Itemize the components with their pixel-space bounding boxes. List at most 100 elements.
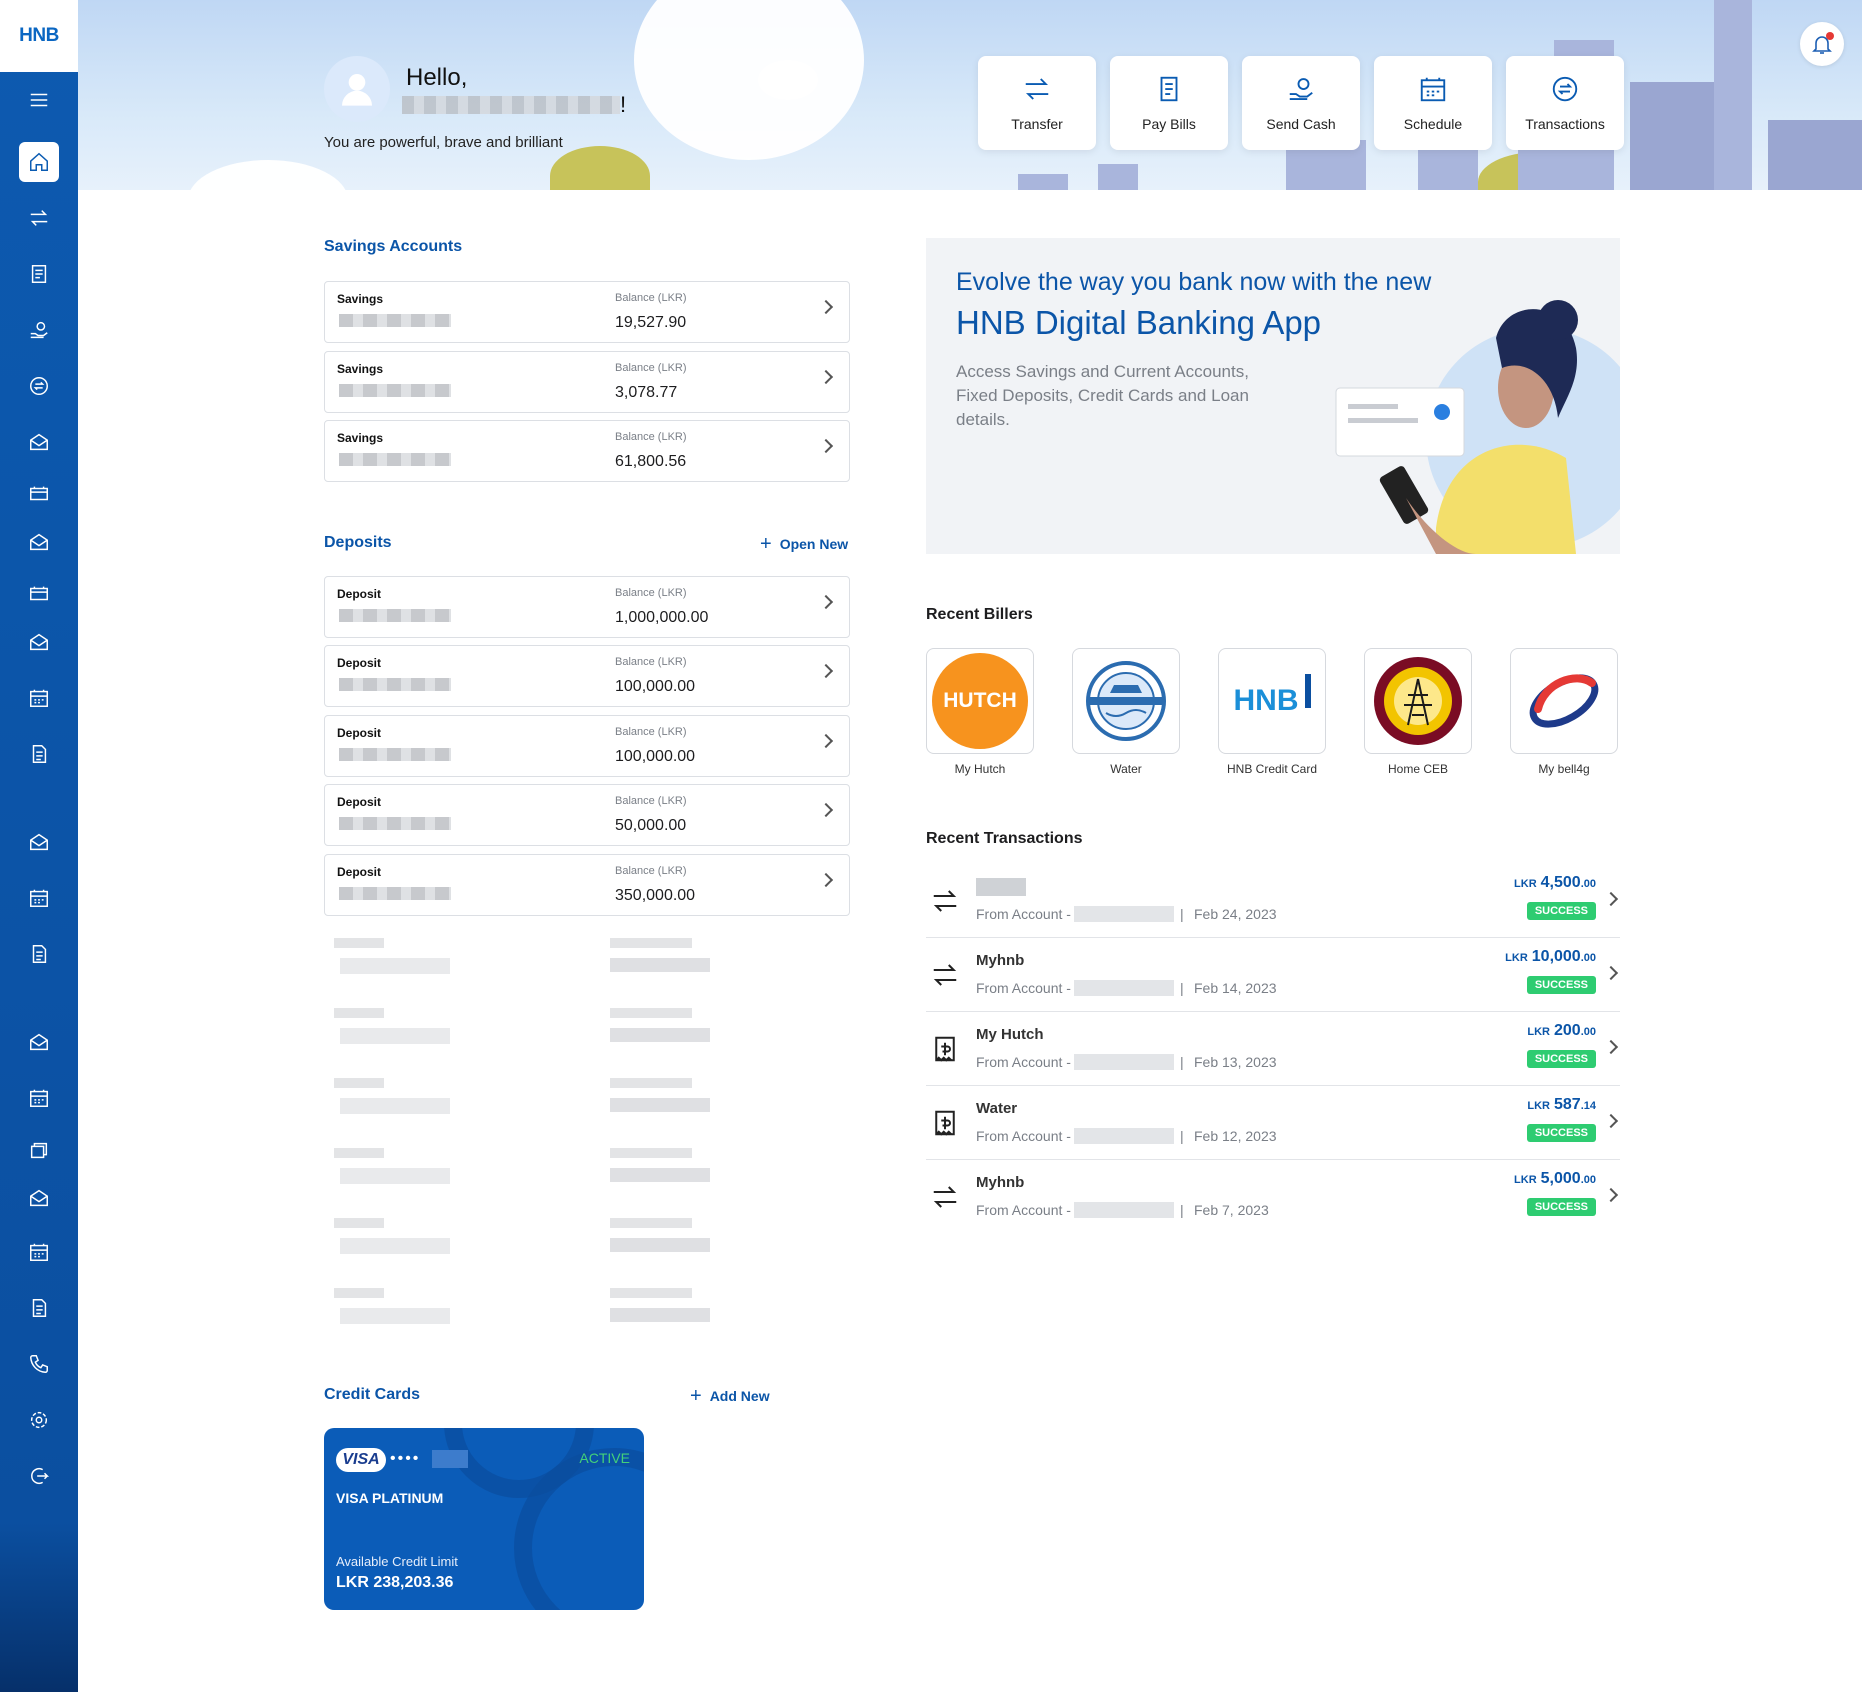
credit-card[interactable]: VISA •••• ACTIVE VISA PLATINUM Available… [324,1428,644,1610]
account-number-redacted [1074,1054,1174,1070]
promo-banner[interactable]: Evolve the way you bank now with the new… [926,238,1620,554]
transaction-row[interactable]: My Hutch From Account - | Feb 13, 2023 L… [926,1012,1620,1086]
calendar-icon[interactable] [19,878,59,918]
transactions-icon[interactable] [19,366,59,406]
logout-icon[interactable] [19,1456,59,1496]
calendar-icon[interactable] [19,1078,59,1118]
building-decoration [1714,0,1752,190]
chevron-right-icon [1603,1039,1619,1055]
account-type: Savings [337,292,384,306]
status-badge: SUCCESS [1526,1050,1596,1068]
hill-decoration [550,146,650,190]
savings-account-card[interactable]: Savings Balance (LKR) 61,800.56 [324,420,850,482]
mail-icon[interactable] [19,822,59,862]
bill-icon[interactable] [19,1130,59,1170]
transaction-name: My Hutch [976,1026,1044,1043]
transfer-icon [930,1182,960,1212]
settings-icon[interactable] [19,1400,59,1440]
card-limit-label: Available Credit Limit [336,1554,458,1569]
biller-hnb-credit-card[interactable]: HNB HNB Credit Card [1218,648,1326,776]
transaction-row[interactable]: Myhnb From Account - | Feb 14, 2023 LKR 1… [926,938,1620,1012]
card-status: ACTIVE [579,1450,630,1466]
bill-icon [930,1034,960,1064]
plus-icon: + [760,533,772,555]
hutch-logo: HUTCH [932,653,1028,749]
account-number-redacted [339,314,451,327]
calendar-icon[interactable] [19,678,59,718]
hnb-logo[interactable]: HNB [0,0,78,72]
menu-icon[interactable] [19,80,59,120]
from-account-label: From Account - [976,1128,1071,1144]
chevron-right-icon [818,369,834,385]
calendar-icon[interactable] [19,1232,59,1272]
chevron-right-icon [1603,1113,1619,1129]
savings-account-card[interactable]: Savings Balance (LKR) 19,527.90 [324,281,850,343]
phone-icon[interactable] [19,1344,59,1384]
bell4g-logo [1529,674,1599,728]
mail-icon[interactable] [19,1178,59,1218]
chevron-right-icon [818,438,834,454]
biller-logo [1510,648,1618,754]
mail-icon[interactable] [19,1022,59,1062]
transaction-row[interactable]: From Account - | Feb 24, 2023 LKR 4,500.0… [926,864,1620,938]
transfer-icon[interactable] [19,198,59,238]
quick-action-transactions[interactable]: Transactions [1506,56,1624,150]
transaction-date: Feb 7, 2023 [1194,1202,1269,1218]
bill-icon [930,1108,960,1138]
account-number-redacted [339,384,451,397]
transfer-icon [930,960,960,990]
open-new-deposit-button[interactable]: + Open New [760,534,848,554]
quick-action-pay-bills[interactable]: Pay Bills [1110,56,1228,150]
redacted-deposit-row [324,1278,850,1340]
calendar-icon[interactable] [19,474,59,514]
building-decoration [1018,174,1068,190]
mail-icon[interactable] [19,422,59,462]
deposits-title: Deposits [324,534,392,551]
notification-bell[interactable] [1800,22,1844,66]
avatar[interactable] [324,56,390,122]
transaction-date: Feb 14, 2023 [1194,980,1277,996]
biller-label: Water [1110,762,1142,776]
biller-my-bell4g[interactable]: My bell4g [1510,648,1618,776]
biller-home-ceb[interactable]: Home CEB [1364,648,1472,776]
home-icon[interactable] [19,142,59,182]
quick-action-transfer[interactable]: Transfer [978,56,1096,150]
send-cash-icon[interactable] [19,310,59,350]
status-badge: SUCCESS [1526,902,1596,920]
transaction-amount: LKR 587.14 [1527,1096,1596,1113]
account-number-redacted [339,887,451,900]
document-icon[interactable] [19,934,59,974]
biller-my-hutch[interactable]: HUTCH My Hutch [926,648,1034,776]
deposit-account-card[interactable]: Deposit Balance (LKR) 50,000.00 [324,784,850,846]
chevron-right-icon [1603,891,1619,907]
quick-action-send-cash[interactable]: Send Cash [1242,56,1360,150]
calendar-icon[interactable] [19,574,59,614]
promo-app-name: HNB Digital Banking App [956,304,1322,341]
quick-action-schedule[interactable]: Schedule [1374,56,1492,150]
mail-icon[interactable] [19,522,59,562]
deposit-account-card[interactable]: Deposit Balance (LKR) 1,000,000.00 [324,576,850,638]
biller-water[interactable]: Water [1072,648,1180,776]
transaction-name: Myhnb [976,952,1025,969]
card-number-redacted [432,1450,468,1468]
deposit-account-card[interactable]: Deposit Balance (LKR) 100,000.00 [324,715,850,777]
add-new-card-button[interactable]: + Add New [690,1386,770,1406]
transaction-date: Feb 24, 2023 [1194,906,1277,922]
plus-icon: + [690,1385,702,1407]
account-type: Deposit [337,865,382,879]
chevron-right-icon [818,663,834,679]
bill-icon[interactable] [19,254,59,294]
mail-icon[interactable] [19,622,59,662]
from-account-label: From Account - [976,906,1071,922]
biller-logo [1072,648,1180,754]
document-icon[interactable] [19,734,59,774]
chevron-right-icon [1603,965,1619,981]
balance-label: Balance (LKR) [615,795,687,807]
savings-account-card[interactable]: Savings Balance (LKR) 3,078.77 [324,351,850,413]
document-icon[interactable] [19,1288,59,1328]
deposit-account-card[interactable]: Deposit Balance (LKR) 350,000.00 [324,854,850,916]
chevron-right-icon [818,802,834,818]
transaction-row[interactable]: Water From Account - | Feb 12, 2023 LKR 5… [926,1086,1620,1160]
deposit-account-card[interactable]: Deposit Balance (LKR) 100,000.00 [324,645,850,707]
transaction-row[interactable]: Myhnb From Account - | Feb 7, 2023 LKR 5,… [926,1160,1620,1234]
